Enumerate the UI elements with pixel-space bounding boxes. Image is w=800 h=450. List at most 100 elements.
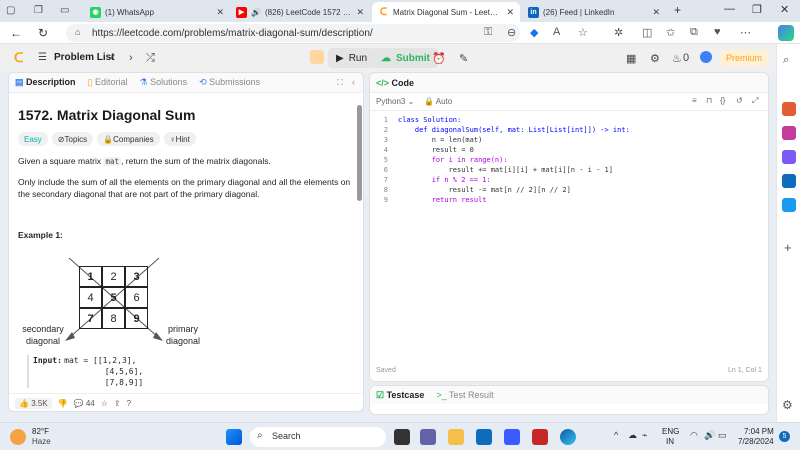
split-screen-icon[interactable]: ◫: [642, 26, 652, 39]
new-tab-button[interactable]: +: [674, 3, 681, 17]
companies-chip[interactable]: 🔒 Companies: [97, 132, 160, 146]
topics-chip[interactable]: ⊘ Topics: [51, 132, 94, 146]
key-icon[interactable]: ⚿: [484, 26, 492, 39]
dislike-icon[interactable]: 👎: [58, 399, 68, 408]
help-icon[interactable]: ?: [127, 399, 131, 408]
zoom-icon[interactable]: ⊖: [507, 26, 516, 39]
restore-button[interactable]: ❐: [752, 3, 762, 16]
battery-icon[interactable]: ▭: [718, 430, 727, 441]
problem-list-link[interactable]: Problem List: [54, 52, 115, 63]
layout-icon[interactable]: ▦: [626, 52, 636, 65]
close-tab-icon[interactable]: ✕: [356, 7, 364, 18]
expand-icon[interactable]: ⤢: [752, 96, 758, 106]
bookmark-icon[interactable]: ⊓: [706, 96, 712, 105]
file-explorer-icon[interactable]: [448, 429, 464, 445]
tab-testcase[interactable]: ☑ Testcase: [376, 390, 424, 401]
profile-icon[interactable]: ▢: [6, 5, 15, 16]
minimize-button[interactable]: —: [724, 3, 735, 15]
volume-icon[interactable]: 🔊: [704, 430, 715, 441]
prev-problem-icon[interactable]: ‹: [110, 52, 114, 64]
shopping-icon[interactable]: [782, 126, 796, 140]
add-sidebar-icon[interactable]: +: [784, 240, 792, 255]
scrollbar-thumb[interactable]: [357, 105, 362, 201]
collections-icon[interactable]: ⧉: [690, 26, 698, 39]
star-icon[interactable]: ☆: [101, 399, 108, 408]
collapse-panel-icon[interactable]: ‹: [352, 77, 355, 87]
tab-youtube[interactable]: ▶ 🔊 (826) LeetCode 1572 | Mat ✕: [230, 2, 370, 22]
tab-leetcode[interactable]: ᑕ Matrix Diagonal Sum - LeetCod ✕: [372, 2, 520, 22]
audio-icon[interactable]: 🔊: [251, 8, 261, 17]
task-view-icon[interactable]: [394, 429, 410, 445]
alarm-icon[interactable]: ⏰: [432, 52, 446, 65]
maximize-panel-icon[interactable]: ⛶: [337, 78, 343, 88]
language-indicator[interactable]: ENG: [662, 427, 679, 436]
wifi-icon[interactable]: ◠: [690, 430, 698, 441]
favorites-bar-icon[interactable]: ✩: [666, 26, 675, 39]
weather-icon[interactable]: [10, 429, 26, 445]
close-tab-icon[interactable]: ✕: [216, 7, 224, 18]
tag-icon[interactable]: ◆: [530, 26, 538, 39]
workspaces-icon[interactable]: ❐: [34, 5, 43, 16]
menu-icon[interactable]: ⋯: [740, 26, 751, 39]
tab-whatsapp[interactable]: ◉ (1) WhatsApp ✕: [84, 2, 230, 22]
extensions-icon[interactable]: ✲: [614, 26, 623, 39]
tab-solutions[interactable]: ⚗ Solutions: [140, 77, 188, 88]
tab-linkedin[interactable]: in (26) Feed | LinkedIn ✕: [522, 2, 666, 22]
code-tab[interactable]: </> Code: [376, 78, 414, 88]
refresh-icon[interactable]: ↻: [38, 26, 48, 40]
games-icon[interactable]: [782, 150, 796, 164]
debug-icon[interactable]: [310, 50, 324, 64]
store-icon[interactable]: [476, 429, 492, 445]
search-icon[interactable]: ⌕: [783, 54, 789, 67]
close-window-button[interactable]: ✕: [780, 3, 789, 16]
fire-icon[interactable]: ♨: [672, 52, 682, 65]
language-select[interactable]: Python3 ⌄: [376, 97, 414, 106]
send-icon[interactable]: [782, 198, 796, 212]
windows-start-icon[interactable]: [226, 429, 242, 445]
submit-button[interactable]: ☁ Submit: [373, 48, 438, 68]
settings-gear-icon[interactable]: ⚙: [650, 52, 660, 65]
clock-time[interactable]: 7:04 PM: [744, 427, 774, 436]
tab-editorial[interactable]: ▯ Editorial: [88, 77, 128, 88]
show-hidden-icons[interactable]: ^: [614, 430, 618, 440]
taskbar-search[interactable]: ⌕ Search: [250, 427, 386, 447]
copilot-icon[interactable]: [778, 25, 794, 41]
read-aloud-icon[interactable]: A: [553, 26, 560, 38]
auto-mode[interactable]: 🔒 Auto: [424, 97, 452, 106]
tab-submissions[interactable]: ⟲ Submissions: [199, 77, 260, 88]
close-tab-icon[interactable]: ✕: [506, 7, 514, 18]
outlook-icon[interactable]: [782, 174, 796, 188]
shuffle-icon[interactable]: ⤮: [146, 52, 155, 65]
format-icon[interactable]: ≡: [692, 96, 697, 105]
mcafee-icon[interactable]: [532, 429, 548, 445]
next-problem-icon[interactable]: ›: [129, 52, 133, 64]
premium-button[interactable]: Premium: [720, 50, 769, 66]
leetcode-logo-icon[interactable]: ᑕ: [14, 50, 24, 66]
notes-icon[interactable]: ✎: [459, 52, 468, 65]
hint-chip[interactable]: ♀ Hint: [163, 132, 196, 146]
tools-icon[interactable]: [782, 102, 796, 116]
usb-icon[interactable]: ⌁: [642, 430, 647, 441]
share-icon[interactable]: ⇪: [114, 399, 121, 408]
tab-actions-icon[interactable]: ▭: [60, 5, 69, 16]
code-editor[interactable]: 1 class Solution: 2 def diagonalSum(self,…: [370, 115, 768, 215]
comments-button[interactable]: 💬 44: [74, 399, 95, 408]
clock-date[interactable]: 7/28/2024: [738, 437, 774, 446]
teams-icon[interactable]: [420, 429, 436, 445]
tab-description[interactable]: ▤ Description: [15, 77, 76, 88]
avatar[interactable]: [700, 51, 712, 63]
notification-badge[interactable]: 5: [779, 431, 790, 442]
browser-essentials-icon[interactable]: ♥: [714, 26, 721, 38]
back-icon[interactable]: ←: [10, 26, 22, 40]
braces-icon[interactable]: {}: [720, 96, 725, 105]
favorite-icon[interactable]: ☆: [578, 26, 588, 39]
url-field[interactable]: ⌂ https://leetcode.com/problems/matrix-d…: [66, 24, 520, 42]
cloud-icon[interactable]: ☁: [628, 430, 637, 441]
like-button[interactable]: 👍 3.5K: [15, 398, 52, 409]
tab-test-result[interactable]: >_ Test Result: [436, 390, 493, 400]
edge-icon[interactable]: [560, 429, 576, 445]
settings-icon[interactable]: ⚙: [782, 398, 793, 412]
run-button[interactable]: ▶ Run: [328, 48, 376, 68]
site-info-icon[interactable]: ⌂: [75, 27, 80, 37]
close-tab-icon[interactable]: ✕: [652, 7, 660, 18]
